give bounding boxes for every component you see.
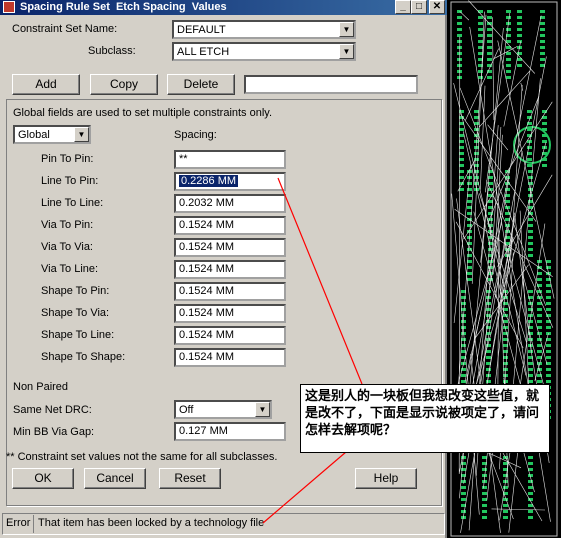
annotation-note: 这是别人的一块板但我想改变这些值，就是改不了，下面是显示说被项定了，请问怎样去解… xyxy=(300,384,550,453)
annotation-arrows xyxy=(262,177,363,524)
arrow-to-field xyxy=(277,177,363,385)
